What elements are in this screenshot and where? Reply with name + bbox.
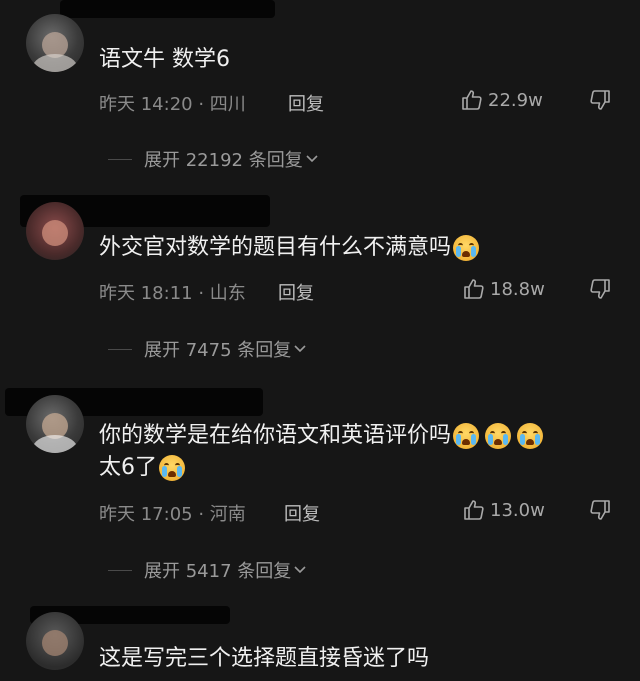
expand-label: 展开 5417 条回复 [144,561,292,582]
thumbs-up-icon [462,90,482,110]
expand-replies-button[interactable]: 展开 5417 条回复 [108,557,309,583]
expand-replies-button[interactable]: 展开 22192 条回复 [108,146,321,172]
chevron-down-icon [306,155,318,163]
like-button[interactable]: 22.9w [460,88,543,112]
comment-text: 外交官对数学的题目有什么不满意吗 [99,232,480,264]
avatar[interactable] [26,14,84,72]
comment-text: 语文牛 数学6 [99,47,230,72]
username-redaction [60,0,275,18]
reply-button[interactable]: 回复 [278,279,314,305]
like-count: 18.8w [490,278,545,300]
expand-label: 展开 7475 条回复 [144,340,292,361]
comment-text-line2: 太6了 [99,452,185,484]
avatar[interactable] [26,202,84,260]
like-button[interactable]: 13.0w [462,498,545,522]
like-count: 13.0w [490,499,545,521]
comment-text: 你的数学是在给你语文和英语评价吗 [99,420,544,452]
crying-emoji-icon [485,423,512,449]
thumbs-down-icon[interactable] [588,498,612,522]
comment-text: 这是写完三个选择题直接昏迷了吗 [99,646,430,671]
expand-replies-button[interactable]: 展开 7475 条回复 [108,336,309,362]
like-button[interactable]: 18.8w [462,277,545,301]
chevron-down-icon [294,566,306,574]
chevron-down-icon [294,345,306,353]
reply-button[interactable]: 回复 [288,90,324,116]
crying-emoji-icon [159,455,185,481]
thumbs-up-icon [464,279,484,299]
avatar[interactable] [26,612,84,670]
comment-meta: 昨天 18:11 · 山东 [99,283,246,304]
crying-emoji-icon [517,423,544,449]
thumbs-down-icon[interactable] [588,88,612,112]
thumbs-down-icon[interactable] [588,277,612,301]
comment-meta: 昨天 17:05 · 河南 [99,504,246,525]
thumbs-up-icon [464,500,484,520]
crying-emoji-icon [453,235,480,261]
like-count: 22.9w [488,89,543,111]
expand-label: 展开 22192 条回复 [144,150,303,171]
comment-meta: 昨天 14:20 · 四川 [99,94,246,115]
reply-button[interactable]: 回复 [284,500,320,526]
crying-emoji-icon [453,423,480,449]
avatar[interactable] [26,395,84,453]
